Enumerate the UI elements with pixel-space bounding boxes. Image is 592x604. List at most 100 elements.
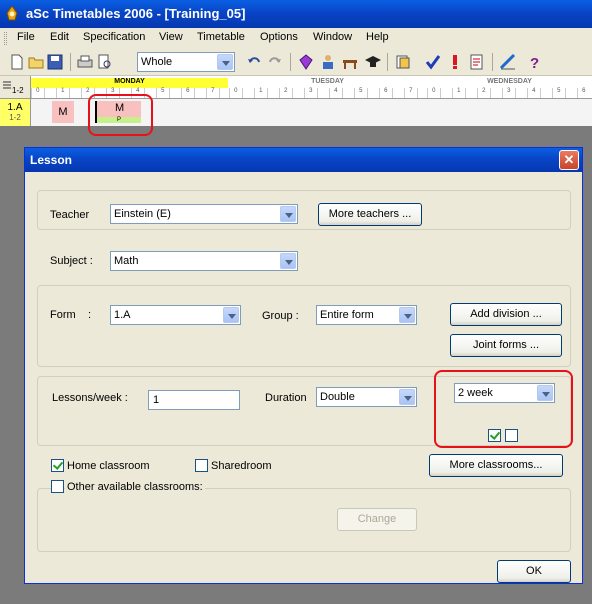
duration-label: Duration xyxy=(265,392,307,404)
period-number: 5 xyxy=(354,88,367,98)
more-teachers-button[interactable]: More teachers ... xyxy=(318,203,422,226)
period-number: 2 xyxy=(279,88,292,98)
home-classroom-checkbox[interactable] xyxy=(51,459,64,472)
toolbar-separator xyxy=(492,53,493,71)
period-number: 5 xyxy=(552,88,565,98)
other-classrooms-label: Other available classrooms: xyxy=(65,481,205,493)
form-value: 1.A xyxy=(114,309,131,321)
chart-pencil-icon[interactable] xyxy=(499,53,517,71)
joint-forms-button[interactable]: Joint forms ... xyxy=(450,334,562,357)
period-number: 4 xyxy=(527,88,540,98)
window-title: aSc Timetables 2006 - [Training_05] xyxy=(26,6,246,21)
teacher-value: Einstein (E) xyxy=(114,208,171,220)
menu-view[interactable]: View xyxy=(159,31,183,43)
highlight-annotation xyxy=(434,370,573,448)
period-number xyxy=(266,88,280,98)
period-number xyxy=(489,88,503,98)
chevron-down-icon[interactable] xyxy=(217,54,233,70)
period-number xyxy=(193,88,207,98)
duration-combo[interactable]: Double xyxy=(316,387,417,407)
menu-help[interactable]: Help xyxy=(366,31,389,43)
check-icon[interactable] xyxy=(424,53,442,71)
period-number xyxy=(439,88,453,98)
gem-icon[interactable] xyxy=(297,53,315,71)
group-label: Group : xyxy=(262,310,299,322)
period-number: 3 xyxy=(502,88,515,98)
help-question-icon[interactable]: ? xyxy=(526,53,544,71)
lesson-dialog: Lesson ✕ Teacher Einstein (E) More teach… xyxy=(24,147,583,584)
sharedroom-label: Sharedroom xyxy=(211,460,272,472)
open-folder-icon[interactable] xyxy=(27,53,45,71)
view-combo[interactable]: Whole xyxy=(137,52,235,72)
print-preview-icon[interactable] xyxy=(96,53,114,71)
teacher-icon[interactable] xyxy=(319,53,337,71)
new-file-icon[interactable] xyxy=(8,53,26,71)
period-number xyxy=(391,88,405,98)
subject-combo[interactable]: Math xyxy=(110,251,298,271)
home-classroom-label: Home classroom xyxy=(67,460,150,472)
period-number: 3 xyxy=(304,88,317,98)
period-number xyxy=(366,88,380,98)
app-title-bar: aSc Timetables 2006 - [Training_05] xyxy=(0,0,592,28)
lessons-per-week-label: Lessons/week : xyxy=(52,392,128,404)
graduation-cap-icon[interactable] xyxy=(364,53,382,71)
menu-options[interactable]: Options xyxy=(260,31,298,43)
period-number: 5 xyxy=(156,88,169,98)
cards-icon[interactable] xyxy=(394,53,412,71)
print-icon[interactable] xyxy=(76,53,94,71)
period-number xyxy=(514,88,528,98)
chevron-down-icon[interactable] xyxy=(280,206,296,222)
menu-file[interactable]: File xyxy=(17,31,35,43)
form-label-cell[interactable]: 1.A 1-2 xyxy=(0,99,31,126)
menu-edit[interactable]: Edit xyxy=(50,31,69,43)
menu-timetable[interactable]: Timetable xyxy=(197,31,245,43)
period-number xyxy=(241,88,255,98)
group-combo[interactable]: Entire form xyxy=(316,305,417,325)
day-header-monday: MONDAY xyxy=(31,78,228,88)
menu-bar: File Edit Specification View Timetable O… xyxy=(0,28,592,48)
more-classrooms-button[interactable]: More classrooms... xyxy=(429,454,563,477)
grid-corner-label: 1-2 xyxy=(12,86,24,95)
period-number: 1 xyxy=(452,88,465,98)
sharedroom-checkbox[interactable] xyxy=(195,459,208,472)
chevron-down-icon[interactable] xyxy=(399,307,415,323)
change-button[interactable]: Change xyxy=(337,508,417,531)
subject-value: Math xyxy=(114,255,139,267)
highlight-annotation xyxy=(88,94,153,136)
menu-specification[interactable]: Specification xyxy=(83,31,145,43)
exclamation-icon[interactable] xyxy=(446,53,464,71)
undo-icon[interactable] xyxy=(245,53,263,71)
period-number: 2 xyxy=(477,88,490,98)
day-header-wednesday: WEDNESDAY xyxy=(487,78,532,85)
form-combo[interactable]: 1.A xyxy=(110,305,241,325)
period-row-tuesday: 0 1 2 3 4 5 6 7 xyxy=(229,88,429,98)
save-icon[interactable] xyxy=(46,53,64,71)
toolbar-separator xyxy=(70,53,71,71)
subject-label: Subject : xyxy=(50,255,93,267)
add-division-button[interactable]: Add division ... xyxy=(450,303,562,326)
ok-button[interactable]: OK xyxy=(497,560,571,583)
period-number xyxy=(316,88,330,98)
period-number xyxy=(564,88,578,98)
chevron-down-icon[interactable] xyxy=(223,307,239,323)
toolbar-separator xyxy=(387,53,388,71)
period-number xyxy=(291,88,305,98)
period-number xyxy=(68,88,82,98)
lesson-card[interactable]: M xyxy=(52,101,74,123)
dialog-title-bar: Lesson ✕ xyxy=(25,148,582,172)
menu-window[interactable]: Window xyxy=(313,31,352,43)
period-number: 1 xyxy=(56,88,69,98)
close-icon[interactable]: ✕ xyxy=(559,150,579,170)
classroom-icon[interactable] xyxy=(341,53,359,71)
teacher-combo[interactable]: Einstein (E) xyxy=(110,204,298,224)
period-number: 6 xyxy=(181,88,194,98)
chevron-down-icon[interactable] xyxy=(280,253,296,269)
lessons-per-week-input[interactable]: 1 xyxy=(148,390,240,410)
period-number: 7 xyxy=(404,88,417,98)
chevron-down-icon[interactable] xyxy=(399,389,415,405)
redo-icon[interactable] xyxy=(266,53,284,71)
period-number xyxy=(341,88,355,98)
other-classrooms-checkbox[interactable] xyxy=(51,480,64,493)
other-classrooms-group xyxy=(37,488,571,552)
edit-list-icon[interactable] xyxy=(468,53,486,71)
